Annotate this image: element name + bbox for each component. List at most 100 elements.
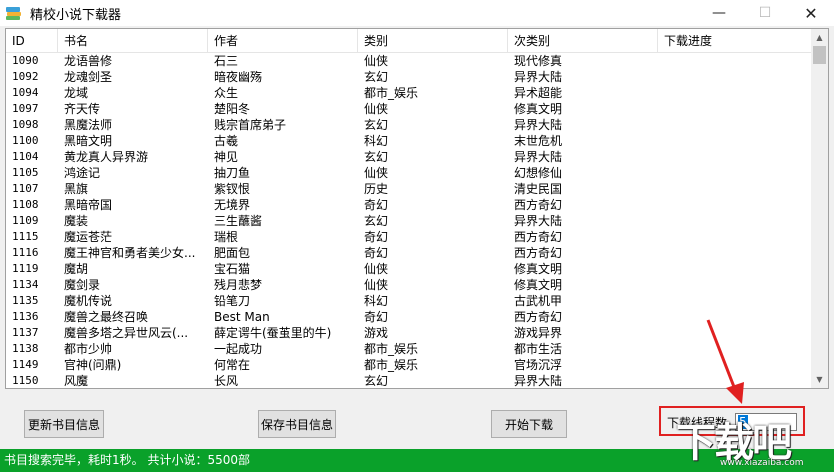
- cell-title: 风魔: [64, 374, 89, 388]
- cell-subcategory: 异界大陆: [514, 214, 563, 228]
- cell-category: 奇幻: [364, 246, 389, 260]
- refresh-catalog-button[interactable]: 更新书目信息: [24, 410, 104, 438]
- table-row[interactable]: 1115 魔运苍茫 瑞根 奇幻 西方奇幻: [6, 229, 812, 245]
- table-row[interactable]: 1150 风魔 长风 玄幻 异界大陆: [6, 373, 812, 388]
- cell-id: 1115: [12, 230, 39, 243]
- column-header-id[interactable]: ID: [6, 29, 58, 53]
- scroll-up-arrow-icon[interactable]: ▲: [811, 29, 828, 46]
- cell-id: 1105: [12, 166, 39, 179]
- column-header-author[interactable]: 作者: [208, 29, 358, 53]
- cell-id: 1108: [12, 198, 39, 211]
- table-row[interactable]: 1135 魔机传说 铅笔刀 科幻 古武机甲: [6, 293, 812, 309]
- cell-subcategory: 异界大陆: [514, 374, 563, 388]
- table-row[interactable]: 1116 魔王神官和勇者美少女... 肥面包 奇幻 西方奇幻: [6, 245, 812, 261]
- cell-subcategory: 异界大陆: [514, 70, 563, 84]
- vertical-scrollbar[interactable]: ▲ ▼: [811, 29, 828, 388]
- cell-subcategory: 古武机甲: [514, 294, 563, 308]
- table-row[interactable]: 1092 龙魂剑圣 暗夜幽殇 玄幻 异界大陆: [6, 69, 812, 85]
- table-row[interactable]: 1108 黑暗帝国 无境界 奇幻 西方奇幻: [6, 197, 812, 213]
- cell-category: 仙侠: [364, 262, 389, 276]
- cell-title: 龙魂剑圣: [64, 70, 113, 84]
- cell-author: 何常在: [214, 358, 251, 372]
- column-header-title[interactable]: 书名: [58, 29, 208, 53]
- list-header: ID 书名 作者 类别 次类别 下载进度: [6, 29, 812, 53]
- start-download-button[interactable]: 开始下载: [491, 410, 567, 438]
- cell-category: 都市_娱乐: [364, 358, 419, 372]
- cell-category: 玄幻: [364, 70, 389, 84]
- cell-category: 仙侠: [364, 166, 389, 180]
- table-row[interactable]: 1094 龙域 众生 都市_娱乐 异术超能: [6, 85, 812, 101]
- scroll-down-arrow-icon[interactable]: ▼: [811, 371, 828, 388]
- close-button[interactable]: ✕: [788, 0, 834, 26]
- table-row[interactable]: 1134 魔剑录 残月悲梦 仙侠 修真文明: [6, 277, 812, 293]
- cell-id: 1119: [12, 262, 39, 275]
- cell-category: 历史: [364, 182, 389, 196]
- cell-subcategory: 幻想修仙: [514, 166, 563, 180]
- table-row[interactable]: 1107 黑旗 紫钗恨 历史 清史民国: [6, 181, 812, 197]
- cell-author: 宝石猫: [214, 262, 251, 276]
- table-row[interactable]: 1098 黑魔法师 贱宗首席弟子 玄幻 异界大陆: [6, 117, 812, 133]
- cell-author: 众生: [214, 86, 239, 100]
- cell-title: 都市少帅: [64, 342, 113, 356]
- cell-author: 三生蘸酱: [214, 214, 263, 228]
- table-row[interactable]: 1100 黑暗文明 古羲 科幻 末世危机: [6, 133, 812, 149]
- column-header-subcategory[interactable]: 次类别: [508, 29, 658, 53]
- cell-subcategory: 末世危机: [514, 134, 563, 148]
- cell-category: 玄幻: [364, 118, 389, 132]
- column-header-category[interactable]: 类别: [358, 29, 508, 53]
- cell-id: 1100: [12, 134, 39, 147]
- cell-author: 抽刀鱼: [214, 166, 251, 180]
- watermark-url: www.xiazaiba.com: [720, 458, 804, 468]
- save-catalog-button[interactable]: 保存书目信息: [258, 410, 336, 438]
- table-row[interactable]: 1105 鸿途记 抽刀鱼 仙侠 幻想修仙: [6, 165, 812, 181]
- title-bar: 精校小说下载器 — ☐ ✕: [0, 0, 834, 26]
- minimize-button[interactable]: —: [696, 0, 742, 26]
- cell-id: 1149: [12, 358, 39, 371]
- column-header-progress[interactable]: 下载进度: [658, 29, 812, 53]
- cell-author: 贱宗首席弟子: [214, 118, 287, 132]
- cell-author: 一起成功: [214, 342, 263, 356]
- cell-title: 齐天传: [64, 102, 101, 116]
- cell-title: 官神(问鼎): [64, 358, 122, 372]
- cell-id: 1134: [12, 278, 39, 291]
- cell-author: 楚阳冬: [214, 102, 251, 116]
- cell-progress: [658, 85, 812, 101]
- cell-id: 1090: [12, 54, 39, 67]
- table-row[interactable]: 1149 官神(问鼎) 何常在 都市_娱乐 官场沉浮: [6, 357, 812, 373]
- cell-progress: [658, 69, 812, 85]
- table-row[interactable]: 1136 魔兽之最终召唤 Best Man 奇幻 西方奇幻: [6, 309, 812, 325]
- cell-subcategory: 游戏异界: [514, 326, 563, 340]
- cell-author: 铅笔刀: [214, 294, 251, 308]
- cell-author: 薛定谔牛(蚕茧里的牛): [214, 326, 332, 340]
- table-row[interactable]: 1119 魔胡 宝石猫 仙侠 修真文明: [6, 261, 812, 277]
- cell-id: 1097: [12, 102, 39, 115]
- table-row[interactable]: 1109 魔装 三生蘸酱 玄幻 异界大陆: [6, 213, 812, 229]
- cell-subcategory: 官场沉浮: [514, 358, 563, 372]
- maximize-button[interactable]: ☐: [742, 0, 788, 26]
- cell-subcategory: 异术超能: [514, 86, 563, 100]
- table-row[interactable]: 1137 魔兽多塔之异世风云(... 薛定谔牛(蚕茧里的牛) 游戏 游戏异界: [6, 325, 812, 341]
- cell-subcategory: 异界大陆: [514, 118, 563, 132]
- scroll-thumb[interactable]: [813, 46, 826, 64]
- cell-subcategory: 西方奇幻: [514, 230, 563, 244]
- cell-progress: [658, 101, 812, 117]
- cell-title: 魔机传说: [64, 294, 113, 308]
- cell-subcategory: 西方奇幻: [514, 310, 563, 324]
- cell-author: 神见: [214, 150, 239, 164]
- cell-id: 1109: [12, 214, 39, 227]
- cell-title: 魔兽多塔之异世风云(...: [64, 326, 189, 340]
- cell-title: 魔兽之最终召唤: [64, 310, 149, 324]
- table-row[interactable]: 1090 龙语兽修 石三 仙侠 现代修真: [6, 53, 812, 69]
- cell-subcategory: 修真文明: [514, 102, 563, 116]
- table-row[interactable]: 1138 都市少帅 一起成功 都市_娱乐 都市生活: [6, 341, 812, 357]
- table-row[interactable]: 1104 黄龙真人异界游 神见 玄幻 异界大陆: [6, 149, 812, 165]
- cell-id: 1137: [12, 326, 39, 339]
- table-row[interactable]: 1097 齐天传 楚阳冬 仙侠 修真文明: [6, 101, 812, 117]
- cell-title: 魔胡: [64, 262, 89, 276]
- cell-title: 魔王神官和勇者美少女...: [64, 246, 196, 260]
- cell-progress: [658, 197, 812, 213]
- cell-subcategory: 修真文明: [514, 278, 563, 292]
- window-title: 精校小说下载器: [30, 7, 122, 23]
- list-rows: 1090 龙语兽修 石三 仙侠 现代修真 1092 龙魂剑圣 暗夜幽殇 玄幻 异界大陆 1094 龙域…: [6, 53, 812, 388]
- cell-progress: [658, 229, 812, 245]
